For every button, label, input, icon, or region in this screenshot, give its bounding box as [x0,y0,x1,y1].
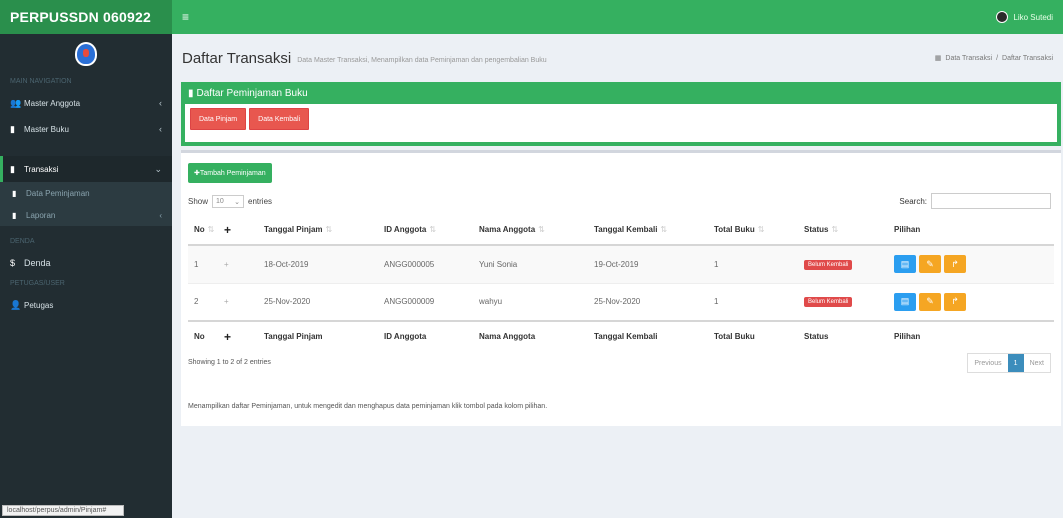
book-icon: ▮ [12,188,17,198]
sidebar-item-master-buku[interactable]: ▮ Master Buku ‹ [0,116,172,142]
dollar-icon: $ [10,258,16,268]
sidebar-item-petugas[interactable]: 👤 Petugas [0,292,172,318]
plus-icon: + [224,222,232,237]
book-icon: ▮ [10,163,15,174]
chevron-down-icon: ⌄ [154,163,162,174]
col-total-buku[interactable]: Total Buku ⇅ [708,215,798,246]
edit-button[interactable]: ✎ [919,255,941,274]
panel-header: ▮ Daftar Peminjaman Buku [185,82,1057,104]
col-id-anggota[interactable]: ID Anggota ⇅ [378,215,473,246]
edit-button[interactable]: ✎ [919,292,941,311]
browser-status-url: localhost/perpus/admin/Pinjam# [2,505,124,516]
navbar: ≡ Liko Sutedi [172,0,1063,34]
col-pilihan: Pilihan [888,215,1054,246]
chevron-down-icon: ⌄ [234,198,241,206]
sort-icon: ⇅ [429,225,437,234]
sidebar-section-petugas: PETUGAS/USER [10,280,65,287]
page-1-button[interactable]: 1 [1007,354,1024,372]
table-search: Search: [899,193,1051,209]
page-subtitle: Data Master Transaksi, Menampilkan data … [297,57,547,64]
breadcrumb-link[interactable]: Data Transaksi [945,55,992,62]
return-button[interactable]: ↱ [944,292,966,311]
expand-row-icon[interactable]: + [224,297,229,306]
col-tanggal-pinjam[interactable]: Tanggal Pinjam ⇅ [258,215,378,246]
book-icon: ▮ [10,123,15,134]
breadcrumb-current: Daftar Transaksi [1002,54,1053,62]
sort-icon: ⇅ [831,225,839,234]
col-status[interactable]: Status ⇅ [798,215,888,246]
school-logo-icon [75,42,97,66]
peminjaman-panel: ▮ Daftar Peminjaman Buku Data Pinjam Dat… [181,82,1061,146]
sort-icon: ⇅ [757,225,765,234]
brand-logo-text[interactable]: PERPUSSDN 060922 [0,0,172,34]
data-pinjam-button[interactable]: Data Pinjam [190,108,247,130]
sort-icon: ⇅ [538,225,545,234]
data-kembali-button[interactable]: Data Kembali [249,108,310,130]
users-icon: 👥 [10,97,22,108]
user-name: Liko Sutedi [1013,12,1053,22]
help-note: Menampilkan daftar Peminjaman, untuk men… [188,403,548,410]
plus-icon: + [224,329,232,344]
chevron-left-icon: ‹ [159,124,162,134]
dashboard-icon: ▦ [934,55,942,62]
table-row: 2 + 25-Nov-2020 ANGG000009 wahyu 25-Nov-… [188,282,1054,322]
status-badge: Belum Kembali [804,259,853,270]
table-row: 1 + 18-Oct-2019 ANGG000005 Yuni Sonia 19… [188,245,1054,283]
sidebar-item-denda[interactable]: $ Denda [0,250,172,276]
sidebar: MAIN NAVIGATION 👥 Master Anggota ‹ ▮ Mas… [0,34,172,518]
col-tanggal-kembali[interactable]: Tanggal Kembali ⇅ [588,215,708,246]
table-panel: ✚ Tambah Peminjaman Show 10 ⌄ entries Se… [181,150,1061,426]
panel-title: Daftar Peminjaman Buku [196,87,308,99]
sort-icon: ⇅ [660,225,668,234]
sidebar-section-main: MAIN NAVIGATION [10,78,72,85]
top-header: PERPUSSDN 060922 ≡ Liko Sutedi [0,0,1063,34]
user-plus-icon: 👤 [10,299,22,310]
breadcrumb: ▦ Data Transaksi / Daftar Transaksi [934,54,1053,63]
pagination: Previous 1 Next [967,353,1051,373]
user-menu[interactable]: Liko Sutedi [996,11,1053,23]
col-no[interactable]: No ⇅ [188,215,218,246]
sidebar-item-transaksi[interactable]: ▮ Transaksi ⌄ [0,156,172,182]
content-header: Daftar Transaksi Data Master Transaksi, … [172,34,1063,82]
sort-icon: ⇅ [207,225,215,234]
previous-page-button[interactable]: Previous [968,354,1007,372]
transaksi-table: No ⇅ + Tanggal Pinjam ⇅ ID Anggota ⇅ Nama A… [188,215,1054,351]
sidebar-section-denda: DENDA [10,238,35,245]
search-input[interactable] [931,193,1051,209]
book-icon: ▮ [12,210,17,220]
col-nama-anggota[interactable]: Nama Anggota ⇅ [473,215,588,246]
chevron-left-icon: ‹ [159,98,162,108]
entries-select[interactable]: 10 ⌄ [212,195,245,208]
expand-row-icon[interactable]: + [224,260,229,269]
return-button[interactable]: ↱ [944,255,966,274]
entries-length: Show 10 ⌄ entries [188,195,273,208]
status-badge: Belum Kembali [804,297,853,308]
page-title: Daftar Transaksi [182,49,292,67]
menu-toggle-icon[interactable]: ≡ [182,10,196,24]
sort-icon: ⇅ [325,225,333,234]
table-info: Showing 1 to 2 of 2 entries [188,359,271,366]
main-content: Daftar Transaksi Data Master Transaksi, … [172,34,1063,518]
next-page-button[interactable]: Next [1024,354,1050,372]
table-header-row: No ⇅ + Tanggal Pinjam ⇅ ID Anggota ⇅ Nama A… [188,215,1054,246]
detail-button[interactable]: ▤ [894,255,916,274]
tambah-peminjaman-button[interactable]: ✚ Tambah Peminjaman [188,163,272,183]
table-footer-row: No + Tanggal Pinjam ID Anggota Nama Angg… [188,320,1054,351]
sidebar-item-data-peminjaman[interactable]: ▮ Data Peminjaman [0,182,172,204]
sidebar-item-master-anggota[interactable]: 👥 Master Anggota ‹ [0,90,172,116]
avatar [996,11,1009,23]
col-expand: + [218,215,258,246]
sidebar-item-laporan[interactable]: ▮ Laporan ‹ [0,204,172,226]
detail-button[interactable]: ▤ [894,292,916,311]
chevron-left-icon: ‹ [159,210,162,220]
book-icon: ▮ [188,87,194,99]
